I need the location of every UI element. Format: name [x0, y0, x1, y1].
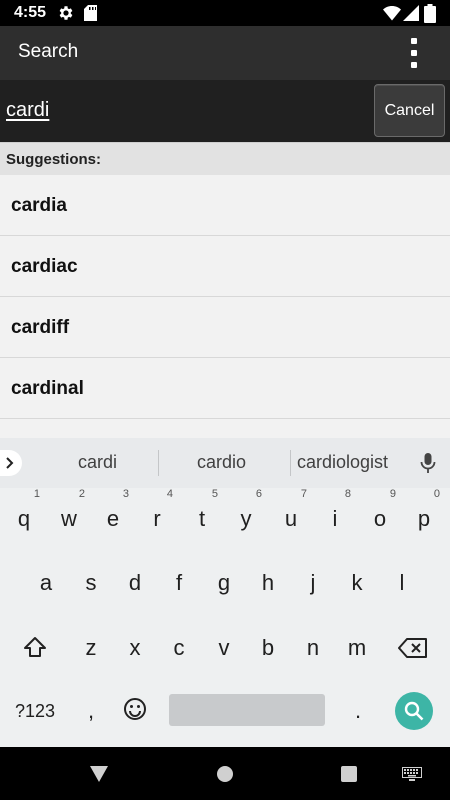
- wifi-icon: [383, 6, 401, 21]
- gear-icon: [59, 6, 73, 20]
- navigation-bar: [0, 747, 450, 800]
- key-j[interactable]: j: [291, 556, 335, 610]
- keyboard-suggestion[interactable]: cardiologist: [297, 452, 388, 473]
- key-d[interactable]: d: [113, 556, 157, 610]
- key-b[interactable]: b: [246, 621, 290, 675]
- backspace-icon: [398, 638, 427, 658]
- key-hint: 5: [211, 488, 218, 500]
- back-icon[interactable]: [90, 766, 108, 782]
- key-hint: 7: [300, 488, 307, 500]
- suggestion-item[interactable]: cardia: [0, 175, 450, 236]
- suggestion-item[interactable]: cardiac: [0, 236, 450, 297]
- key-z[interactable]: z: [69, 621, 113, 675]
- expand-toolbar-button[interactable]: [0, 450, 22, 476]
- key-g[interactable]: g: [202, 556, 246, 610]
- sd-card-icon: [84, 5, 97, 21]
- suggestion-label: cardiff: [11, 317, 70, 338]
- status-time: 4:55: [14, 4, 47, 21]
- key-c[interactable]: c: [157, 621, 201, 675]
- keyboard-switch-icon[interactable]: [402, 767, 422, 781]
- suggestions-list: cardia cardiac cardiff cardinal: [0, 175, 450, 438]
- key-q[interactable]: q1: [2, 488, 46, 546]
- emoji-icon: [124, 698, 146, 720]
- shift-key[interactable]: [13, 621, 57, 675]
- symbols-key[interactable]: ?123: [5, 684, 65, 738]
- key-n[interactable]: n: [291, 621, 335, 675]
- recents-icon[interactable]: [341, 766, 357, 782]
- suggestion-divider: [290, 450, 291, 476]
- suggestion-label: cardia: [11, 195, 67, 216]
- key-hint: 8: [344, 488, 351, 500]
- battery-icon: [424, 4, 436, 23]
- key-label: q: [17, 506, 31, 531]
- suggestions-header: Suggestions:: [0, 142, 450, 175]
- keyboard-suggestion-strip: cardi cardio cardiologist: [0, 438, 450, 488]
- key-h[interactable]: h: [246, 556, 290, 610]
- key-w[interactable]: w2: [47, 488, 91, 546]
- key-hint: 6: [255, 488, 262, 500]
- keyboard-suggestion[interactable]: cardio: [197, 452, 246, 473]
- key-m[interactable]: m: [335, 621, 379, 675]
- key-u[interactable]: u7: [269, 488, 313, 546]
- key-o[interactable]: o9: [358, 488, 402, 546]
- key-r[interactable]: r4: [135, 488, 179, 546]
- space-key[interactable]: [169, 694, 325, 726]
- emoji-key[interactable]: [113, 684, 157, 738]
- suggestions-label: Suggestions:: [6, 151, 102, 168]
- key-hint: 9: [389, 488, 396, 500]
- home-icon[interactable]: [217, 766, 233, 782]
- key-f[interactable]: f: [157, 556, 201, 610]
- key-label: r: [153, 506, 161, 531]
- key-i[interactable]: i8: [313, 488, 357, 546]
- key-hint: 4: [166, 488, 173, 500]
- key-hint: 2: [78, 488, 85, 500]
- chevron-right-icon: [6, 457, 14, 469]
- key-a[interactable]: a: [24, 556, 68, 610]
- key-label: i: [332, 506, 338, 531]
- suggestion-label: cardinal: [11, 378, 84, 399]
- suggestion-divider: [158, 450, 159, 476]
- cancel-button[interactable]: Cancel: [374, 84, 445, 137]
- overflow-menu-icon[interactable]: [402, 36, 426, 70]
- period-key[interactable]: .: [336, 684, 380, 738]
- key-v[interactable]: v: [202, 621, 246, 675]
- keyboard-suggestion[interactable]: cardi: [78, 452, 117, 473]
- suggestion-item[interactable]: cardinal: [0, 358, 450, 419]
- key-x[interactable]: x: [113, 621, 157, 675]
- key-y[interactable]: y6: [224, 488, 268, 546]
- key-hint: 3: [122, 488, 129, 500]
- soft-keyboard: cardi cardio cardiologist q1 w2 e3 r4 t5…: [0, 438, 450, 747]
- key-hint: 0: [433, 488, 440, 500]
- page-title: Search: [18, 41, 79, 62]
- shift-icon: [24, 637, 46, 657]
- backspace-key[interactable]: [391, 621, 435, 675]
- search-bar: cardi Cancel: [0, 80, 450, 142]
- key-t[interactable]: t5: [180, 488, 224, 546]
- suggestion-label: cardiac: [11, 256, 78, 277]
- key-label: y: [240, 506, 252, 531]
- microphone-icon[interactable]: [420, 452, 436, 474]
- search-key[interactable]: [395, 692, 433, 730]
- key-s[interactable]: s: [69, 556, 113, 610]
- key-label: u: [284, 506, 298, 531]
- search-icon: [404, 701, 424, 721]
- key-label: e: [106, 506, 120, 531]
- key-label: o: [373, 506, 387, 531]
- comma-key[interactable]: ,: [69, 684, 113, 738]
- signal-icon: [403, 5, 419, 21]
- key-k[interactable]: k: [335, 556, 379, 610]
- suggestion-item[interactable]: cardiff: [0, 297, 450, 358]
- key-label: t: [198, 506, 206, 531]
- key-label: w: [61, 506, 77, 531]
- suggestion-item[interactable]: [0, 419, 450, 438]
- key-e[interactable]: e3: [91, 488, 135, 546]
- key-hint: 1: [33, 488, 40, 500]
- key-l[interactable]: l: [380, 556, 424, 610]
- key-label: p: [417, 506, 431, 531]
- key-p[interactable]: p0: [402, 488, 446, 546]
- search-input[interactable]: cardi: [6, 99, 49, 122]
- status-bar: 4:55: [0, 0, 450, 26]
- action-bar: Search: [0, 26, 450, 80]
